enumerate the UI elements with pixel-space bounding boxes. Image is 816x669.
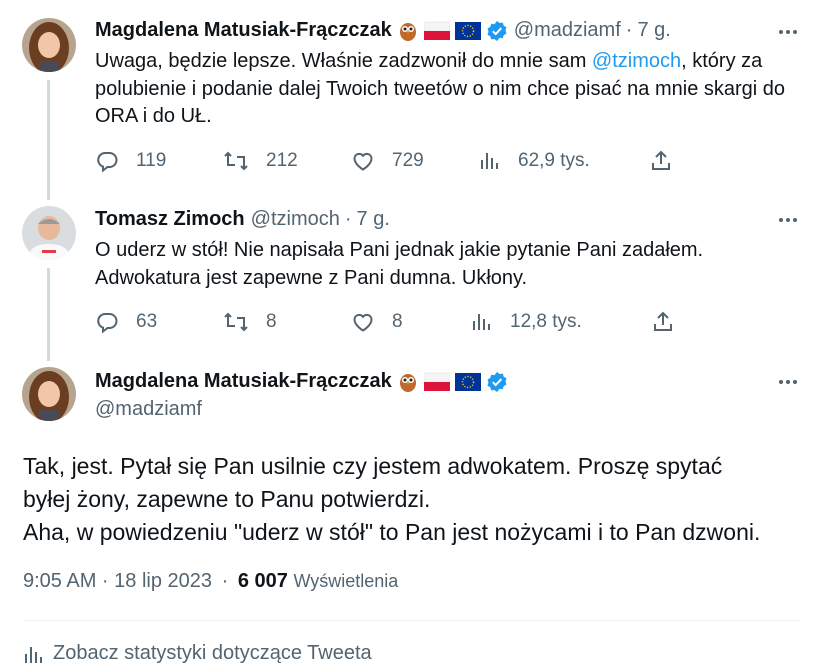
tweet-text-part: Uwaga, będzie lepsze. Właśnie zadzwonił …: [95, 50, 592, 72]
share-icon: [651, 310, 675, 334]
tweet-actions: 63 8 8 12,8 tys.: [95, 307, 675, 337]
main-tweet-text: Tak, jest. Pytał się Pan usilnie czy jes…: [23, 450, 760, 549]
eu-flag-emoji: [454, 21, 481, 41]
analytics-icon: [25, 646, 42, 663]
tweet-header: Magdalena Matusiak-Frączczak @madziamf ·…: [95, 19, 671, 42]
view-stats-link[interactable]: Zobacz statystyki dotyczące Tweeta: [23, 642, 372, 665]
like-count: 8: [392, 311, 403, 332]
author-name[interactable]: Magdalena Matusiak-Frączczak: [95, 370, 392, 393]
reply-count: 63: [136, 311, 158, 332]
views-count: 12,8 tys.: [510, 311, 582, 332]
retweet-icon: [223, 310, 249, 334]
owl-emoji: [397, 20, 419, 42]
views-count: 62,9 tys.: [518, 150, 590, 171]
verified-badge-icon: [486, 371, 508, 393]
more-icon[interactable]: [776, 208, 800, 232]
views-label: Wyświetlenia: [293, 571, 399, 591]
separator-dot: ·: [625, 19, 633, 41]
poland-flag-emoji: [423, 372, 450, 392]
views-button[interactable]: 62,9 tys.: [479, 149, 649, 173]
poland-flag-emoji: [423, 21, 450, 41]
tweet-header: Magdalena Matusiak-Frączczak: [95, 370, 508, 393]
owl-emoji: [397, 371, 419, 393]
separator-dot: ·: [344, 208, 352, 230]
avatar[interactable]: [22, 367, 76, 421]
divider: [23, 620, 800, 621]
reply-count: 119: [136, 150, 167, 171]
reply-icon: [95, 310, 119, 334]
thread-line: [47, 268, 50, 361]
like-button[interactable]: 8: [351, 310, 471, 334]
text-line: Aha, w powiedzeniu "uderz w stół" to Pan…: [23, 519, 761, 545]
tweet-text: Uwaga, będzie lepsze. Właśnie zadzwonił …: [95, 48, 805, 131]
separator-dot: ·: [221, 570, 229, 592]
retweet-count: 8: [266, 311, 277, 332]
retweet-button[interactable]: 212: [223, 149, 351, 173]
more-icon[interactable]: [776, 370, 800, 394]
view-stats-label: Zobacz statystyki dotyczące Tweeta: [53, 642, 372, 664]
more-icon[interactable]: [776, 20, 800, 44]
views-icon: [479, 149, 501, 173]
text-line: byłej żony, zapewne to Panu potwierdzi.: [23, 486, 431, 512]
text-line: Tak, jest. Pytał się Pan usilnie czy jes…: [23, 453, 723, 479]
like-button[interactable]: 729: [351, 149, 479, 173]
like-count: 729: [392, 150, 424, 171]
author-name[interactable]: Tomasz Zimoch: [95, 208, 245, 231]
tweet-actions: 119 212 729 62,9 tys.: [95, 146, 673, 176]
like-icon: [351, 310, 375, 334]
reply-button[interactable]: 63: [95, 310, 223, 334]
author-handle[interactable]: @madziamf: [514, 19, 621, 42]
views-button[interactable]: 12,8 tys.: [471, 310, 651, 334]
avatar[interactable]: [22, 18, 76, 72]
avatar[interactable]: [22, 206, 76, 260]
tweet-header: @madziamf: [95, 398, 202, 421]
views-count: 6 007: [237, 570, 288, 592]
author-handle[interactable]: @tzimoch: [251, 208, 340, 231]
tweet-datetime[interactable]: 9:05 AM · 18 lip 2023: [23, 570, 212, 592]
share-button[interactable]: [649, 149, 673, 173]
tweet-time[interactable]: 7 g.: [357, 208, 390, 231]
author-handle[interactable]: @madziamf: [95, 398, 202, 421]
eu-flag-emoji: [454, 372, 481, 392]
tweet-text: O uderz w stół! Nie napisała Pani jednak…: [95, 239, 704, 289]
tweet-meta: 9:05 AM · 18 lip 2023 · 6 007 Wyświetlen…: [23, 570, 398, 593]
retweet-count: 212: [266, 150, 298, 171]
tweet-time[interactable]: 7 g.: [637, 19, 670, 42]
like-icon: [351, 149, 375, 173]
author-name[interactable]: Magdalena Matusiak-Frączczak: [95, 19, 392, 42]
thread-line: [47, 80, 50, 200]
share-button[interactable]: [651, 310, 675, 334]
retweet-button[interactable]: 8: [223, 310, 351, 334]
tweet-header: Tomasz Zimoch @tzimoch · 7 g.: [95, 208, 390, 231]
reply-button[interactable]: 119: [95, 149, 223, 173]
share-icon: [649, 149, 673, 173]
retweet-icon: [223, 149, 249, 173]
views-icon: [471, 310, 493, 334]
mention-link[interactable]: @tzimoch: [592, 50, 681, 72]
verified-badge-icon: [486, 20, 508, 42]
reply-icon: [95, 149, 119, 173]
